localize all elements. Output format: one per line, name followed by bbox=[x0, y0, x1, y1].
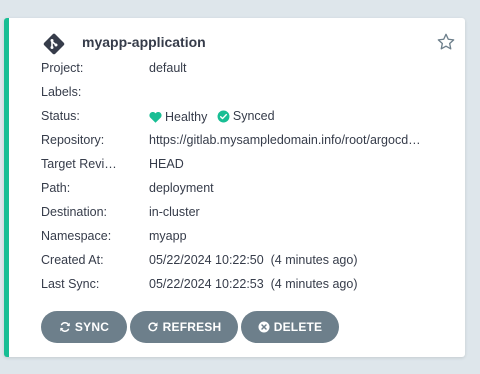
refresh-icon bbox=[147, 322, 158, 332]
created-at-value: 05/22/2024 10:22:50 (4 minutes ago) bbox=[149, 253, 358, 267]
repository-value: https://gitlab.mysampledomain.info/root/… bbox=[149, 133, 421, 147]
project-value: default bbox=[149, 61, 187, 75]
git-diamond-icon bbox=[43, 33, 65, 55]
refresh-button[interactable]: REFRESH bbox=[130, 311, 238, 343]
status-value: Healthy Synced bbox=[149, 109, 275, 126]
last-sync-value: 05/22/2024 10:22:53 (4 minutes ago) bbox=[149, 277, 358, 291]
project-label: Project: bbox=[41, 61, 84, 75]
target-revision-value: HEAD bbox=[149, 157, 184, 171]
times-circle-icon bbox=[258, 321, 270, 333]
sync-button[interactable]: SYNC bbox=[41, 311, 127, 343]
star-outline-icon[interactable] bbox=[436, 32, 456, 52]
health-text: Healthy bbox=[165, 109, 208, 124]
delete-button[interactable]: DELETE bbox=[241, 311, 339, 343]
path-value: deployment bbox=[149, 181, 214, 195]
sync-icon bbox=[60, 322, 70, 332]
sync-status: Synced bbox=[217, 109, 275, 123]
heart-icon bbox=[149, 111, 162, 123]
target-revision-label: Target Revi… bbox=[41, 157, 117, 171]
sync-text: Synced bbox=[232, 109, 275, 123]
destination-label: Destination: bbox=[41, 205, 108, 219]
path-label: Path: bbox=[41, 181, 71, 195]
status-label: Status: bbox=[41, 109, 80, 123]
created-at-label: Created At: bbox=[41, 253, 104, 267]
delete-button-label: DELETE bbox=[273, 320, 323, 334]
app-name[interactable]: myapp-application bbox=[82, 34, 206, 50]
health-status: Healthy bbox=[149, 110, 207, 124]
refresh-button-label: REFRESH bbox=[162, 320, 222, 334]
labels-label: Labels: bbox=[41, 85, 82, 99]
check-circle-icon bbox=[217, 110, 230, 122]
sync-button-label: SYNC bbox=[74, 320, 110, 334]
application-card[interactable]: myapp-application Project: default Label… bbox=[4, 18, 465, 357]
last-sync-label: Last Sync: bbox=[41, 277, 100, 291]
repository-label: Repository: bbox=[41, 133, 105, 147]
namespace-value: myapp bbox=[149, 229, 187, 243]
namespace-label: Namespace: bbox=[41, 229, 112, 243]
destination-value: in-cluster bbox=[149, 205, 200, 219]
